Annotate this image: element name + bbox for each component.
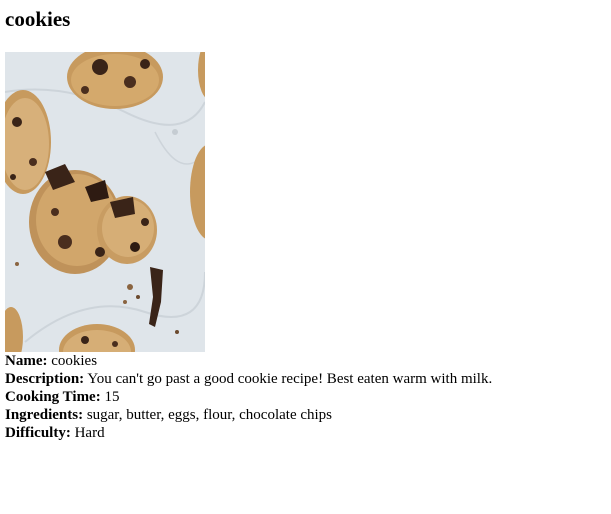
cooking-time-row: Cooking Time: 15 <box>5 388 606 406</box>
description-label: Description: <box>5 371 85 387</box>
difficulty-value: Hard <box>74 425 105 441</box>
name-label: Name: <box>5 353 48 369</box>
description-row: Description: You can't go past a good co… <box>5 370 606 388</box>
cooking-time-label: Cooking Time: <box>5 389 101 405</box>
ingredients-row: Ingredients: sugar, butter, eggs, flour,… <box>5 406 606 424</box>
ingredients-value: sugar, butter, eggs, flour, chocolate ch… <box>86 407 333 423</box>
recipe-page: cookies Name: cookies Description: You c… <box>0 7 611 442</box>
recipe-details: Name: cookies Description: You can't go … <box>5 352 606 442</box>
description-value: You can't go past a good cookie recipe! … <box>87 371 493 387</box>
name-row: Name: cookies <box>5 352 606 370</box>
recipe-image <box>5 52 205 352</box>
ingredients-label: Ingredients: <box>5 407 84 423</box>
page-title: cookies <box>5 7 71 31</box>
difficulty-label: Difficulty: <box>5 425 71 441</box>
difficulty-row: Difficulty: Hard <box>5 424 606 442</box>
name-value: cookies <box>51 353 98 369</box>
cooking-time-value: 15 <box>104 389 120 405</box>
